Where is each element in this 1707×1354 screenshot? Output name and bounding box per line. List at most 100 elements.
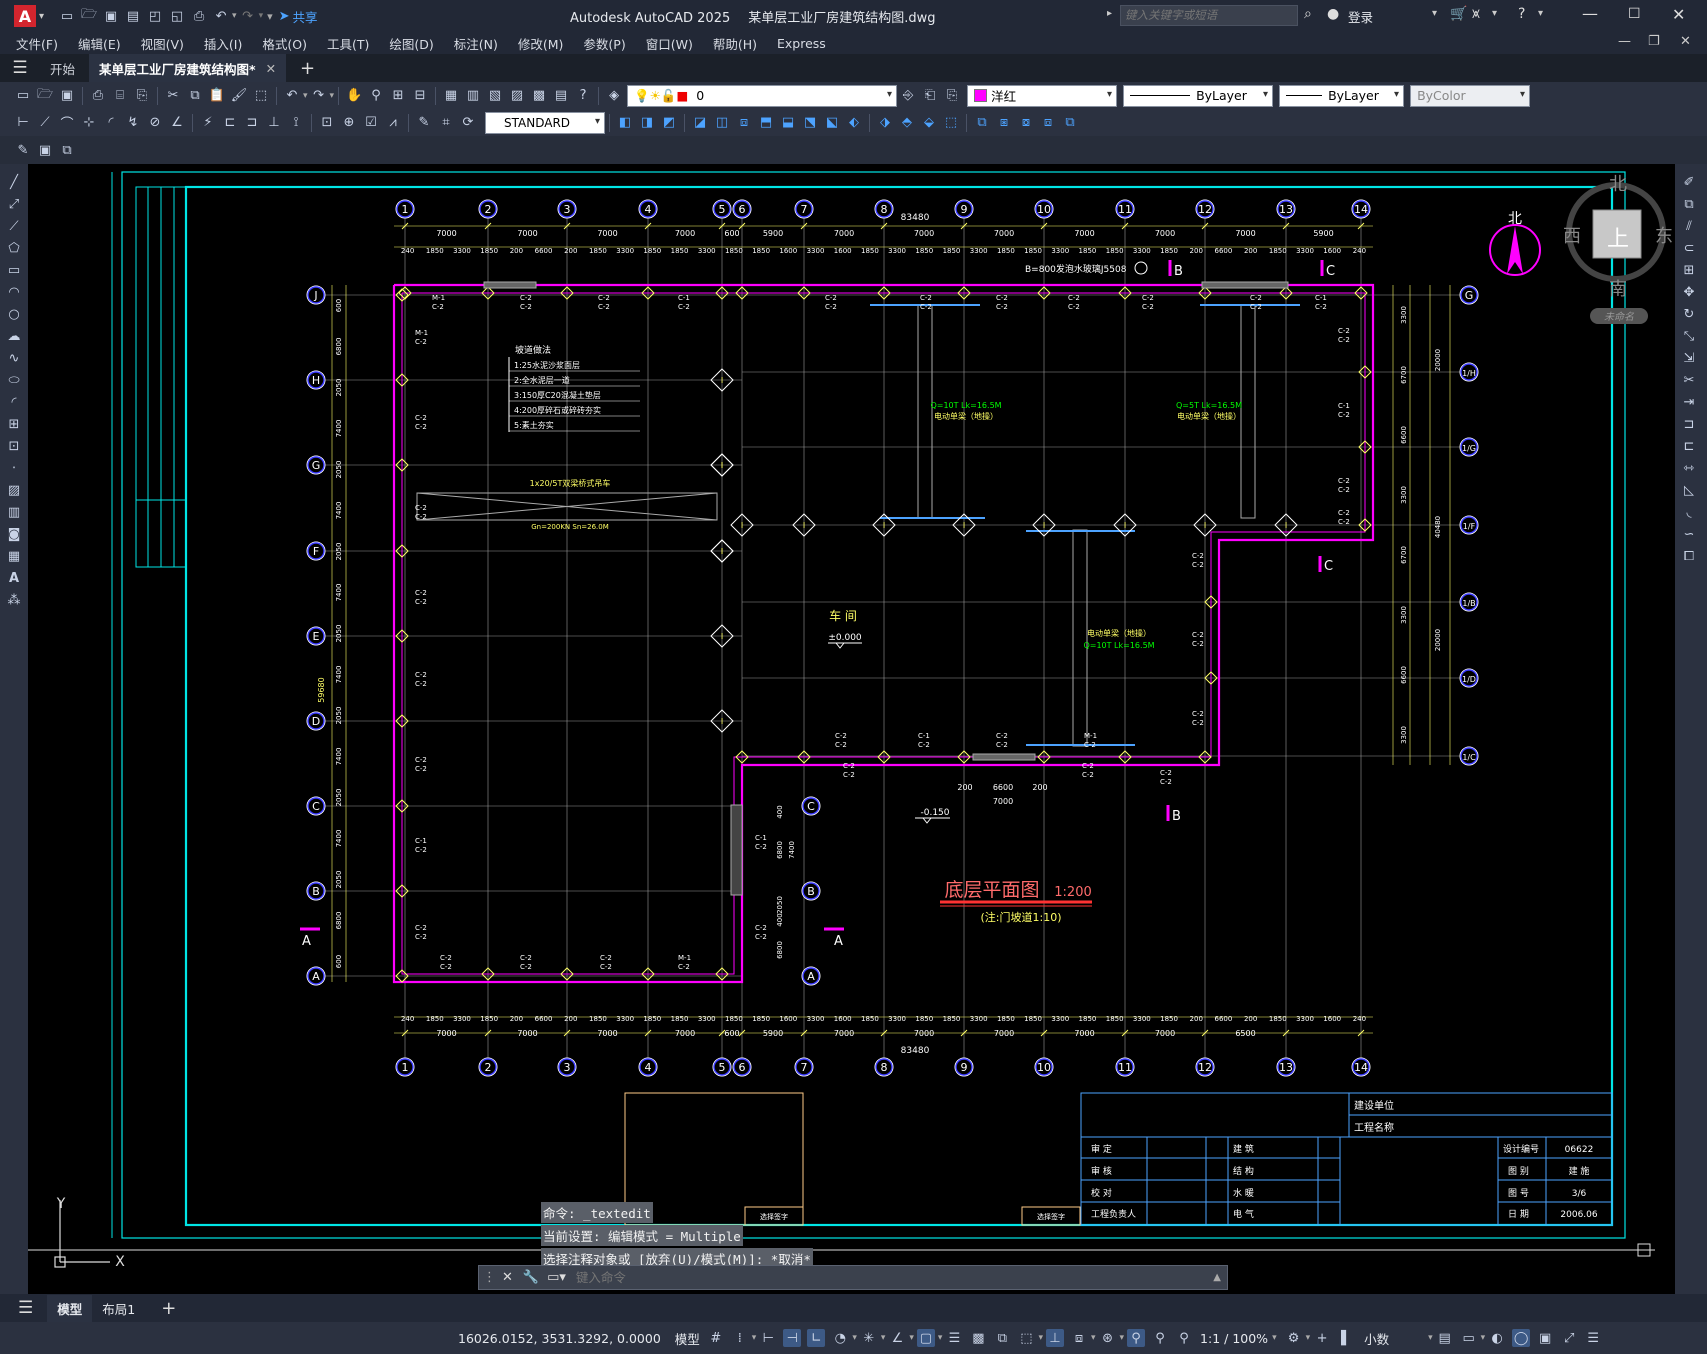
menu-format[interactable]: 格式(O) <box>252 34 317 53</box>
dim-update-icon[interactable]: ⟳ <box>459 114 477 132</box>
make-block-icon[interactable]: ⊡ <box>3 436 25 456</box>
search-expand-icon[interactable]: ▸ <box>1107 8 1112 19</box>
dim-continue-icon[interactable]: ⊐ <box>243 114 261 132</box>
osnap-icon[interactable]: ▢ <box>916 1329 935 1347</box>
ellipse-icon[interactable]: ⬭ <box>3 370 25 390</box>
new-file-icon[interactable]: ▭ <box>58 7 76 25</box>
dim-jogged-icon[interactable]: ↯ <box>124 114 142 132</box>
slice-icon[interactable]: ⬗ <box>876 114 894 132</box>
point-icon[interactable]: ⋅ <box>3 458 25 478</box>
zoom-previous-icon[interactable]: ⊟ <box>411 87 429 105</box>
dim-break-icon[interactable]: ⟟ <box>287 114 305 132</box>
separate-icon[interactable]: ⧉ <box>1061 114 1079 132</box>
viewcube-south[interactable]: 南 <box>1609 275 1627 301</box>
zoom-window-icon[interactable]: ⊞ <box>389 87 407 105</box>
annotation-visibility-icon[interactable]: ⚲ <box>1127 1329 1146 1347</box>
undo-tb-icon[interactable]: ↶ <box>283 87 301 105</box>
web-open-icon[interactable]: ◰ <box>146 7 164 25</box>
lineweight-icon[interactable]: ☰ <box>945 1329 963 1347</box>
ortho-icon[interactable]: ∟ <box>807 1329 826 1347</box>
annotation-monitor-icon[interactable]: + <box>1313 1329 1331 1347</box>
gradient-icon[interactable]: ▥ <box>3 502 25 522</box>
table-icon[interactable]: ▦ <box>3 546 25 566</box>
help-search-input[interactable] <box>1120 5 1298 26</box>
tab-drawing[interactable]: 某单层工业厂房建筑结构图* ✕ <box>89 54 287 82</box>
cut-icon[interactable]: ✂ <box>164 87 182 105</box>
close-icon[interactable]: ✕ <box>1672 5 1685 24</box>
copy-object-icon[interactable]: ⧉ <box>1678 194 1700 214</box>
doc-close-icon[interactable]: ✕ <box>1680 34 1691 49</box>
dim-diameter-icon[interactable]: ⊘ <box>146 114 164 132</box>
color-edges-icon[interactable]: ⧇ <box>1017 114 1035 132</box>
copy-icon[interactable]: ⧉ <box>186 87 204 105</box>
loft-icon[interactable]: ⬕ <box>823 114 841 132</box>
fullscreen-icon[interactable]: ⤢ <box>1560 1329 1578 1347</box>
dim-edit-icon[interactable]: ✎ <box>415 114 433 132</box>
dynamic-input-icon[interactable]: ⊣ <box>783 1329 802 1347</box>
revcloud-icon[interactable]: ☁ <box>3 326 25 346</box>
user-icon[interactable]: ● <box>1327 6 1339 22</box>
grid-icon[interactable]: # <box>707 1329 725 1347</box>
help-icon[interactable]: ? <box>1518 6 1525 22</box>
units-icon[interactable]: ▌ <box>1337 1329 1355 1347</box>
menu-tools[interactable]: 工具(T) <box>317 34 379 53</box>
redo-icon[interactable]: ↷ <box>239 7 257 25</box>
layout-menu-icon[interactable]: ☰ <box>18 1298 33 1318</box>
center-mark-icon[interactable]: ⊕ <box>340 114 358 132</box>
doc-minimize-icon[interactable]: — <box>1618 34 1631 49</box>
autocad-logo-icon[interactable]: A <box>14 5 36 27</box>
maximize-icon[interactable]: ☐ <box>1628 6 1641 22</box>
polar-icon[interactable]: ◔ <box>831 1329 849 1347</box>
annotation-scale-icon[interactable]: ⚲ <box>1175 1329 1193 1347</box>
menu-insert[interactable]: 插入(I) <box>194 34 252 53</box>
solid-box-icon[interactable]: ◧ <box>616 114 634 132</box>
web-save-icon[interactable]: ◱ <box>168 7 186 25</box>
isolate-objects-icon[interactable]: ◐ <box>1488 1329 1506 1347</box>
selection-filter-icon[interactable]: ⧈ <box>1070 1329 1088 1347</box>
array-icon[interactable]: ⊞ <box>1678 260 1700 280</box>
new-tab-icon[interactable]: + <box>300 58 315 79</box>
menu-edit[interactable]: 编辑(E) <box>68 34 131 53</box>
undo-dropdown-icon[interactable]: ▾ <box>232 11 237 21</box>
sheetset-icon[interactable]: ▨ <box>508 87 526 105</box>
open-file-icon[interactable]: 🗁 <box>80 7 98 25</box>
break-icon[interactable]: ⊏ <box>1678 436 1700 456</box>
share-icon[interactable]: ➤ <box>279 9 290 24</box>
menu-draw[interactable]: 绘图(D) <box>379 34 443 53</box>
menu-parametric[interactable]: 参数(P) <box>573 34 635 53</box>
interfere-icon[interactable]: ⬘ <box>898 114 916 132</box>
extract-edges-icon[interactable]: ⧉ <box>973 114 991 132</box>
layer-states-icon[interactable]: ⎘ <box>943 87 961 105</box>
offset-icon[interactable]: ⊂ <box>1678 238 1700 258</box>
attribute-manager-icon[interactable]: ▣ <box>36 141 54 159</box>
imprint-icon[interactable]: ⧆ <box>995 114 1013 132</box>
mirror-icon[interactable]: ⫽ <box>1678 216 1700 236</box>
autodesk-app-icon[interactable]: ⩙ <box>1472 6 1480 22</box>
chamfer-icon[interactable]: ◺ <box>1678 480 1700 500</box>
solid-wedge-icon[interactable]: ◨ <box>638 114 656 132</box>
properties-icon[interactable]: ▦ <box>442 87 460 105</box>
dim-linear-icon[interactable]: ⊢ <box>14 114 32 132</box>
login-dropdown-icon[interactable]: ▾ <box>1432 8 1437 19</box>
login-button[interactable]: 登录 <box>1348 7 1373 26</box>
extrude-icon[interactable]: ⬒ <box>757 114 775 132</box>
save-as-icon[interactable]: ▤ <box>124 7 142 25</box>
polyline-icon[interactable]: ⟋ <box>3 216 25 236</box>
cmd-customize-icon[interactable]: 🔧 <box>523 1270 539 1285</box>
selection-cycling-icon[interactable]: ⧉ <box>993 1329 1011 1347</box>
menu-view[interactable]: 视图(V) <box>131 34 194 53</box>
cart-icon[interactable]: 🛒 <box>1450 6 1467 22</box>
snap-icon[interactable]: ⁞ <box>731 1329 749 1347</box>
polygon-icon[interactable]: ⬠ <box>3 238 25 258</box>
scale-icon[interactable]: ⤡ <box>1678 326 1700 346</box>
rectangle-icon[interactable]: ▭ <box>3 260 25 280</box>
calculator-icon[interactable]: ▤ <box>552 87 570 105</box>
tab-close-icon[interactable]: ✕ <box>266 61 276 76</box>
matchprop-icon[interactable]: 🖌 <box>230 87 248 105</box>
sweep-icon[interactable]: ⬔ <box>801 114 819 132</box>
drawing-canvas[interactable]: IIIIIIIIIIIIIII M-1 C-2 C-2 C-2 C-2 C-2 C-1 C-2… <box>28 164 1675 1294</box>
break-at-point-icon[interactable]: ⊐ <box>1678 414 1700 434</box>
workspace-gear-icon[interactable]: ⚙ <box>1285 1329 1303 1347</box>
viewcube-west[interactable]: 西 <box>1563 222 1581 248</box>
explode-icon[interactable]: ⧠ <box>1678 546 1700 566</box>
